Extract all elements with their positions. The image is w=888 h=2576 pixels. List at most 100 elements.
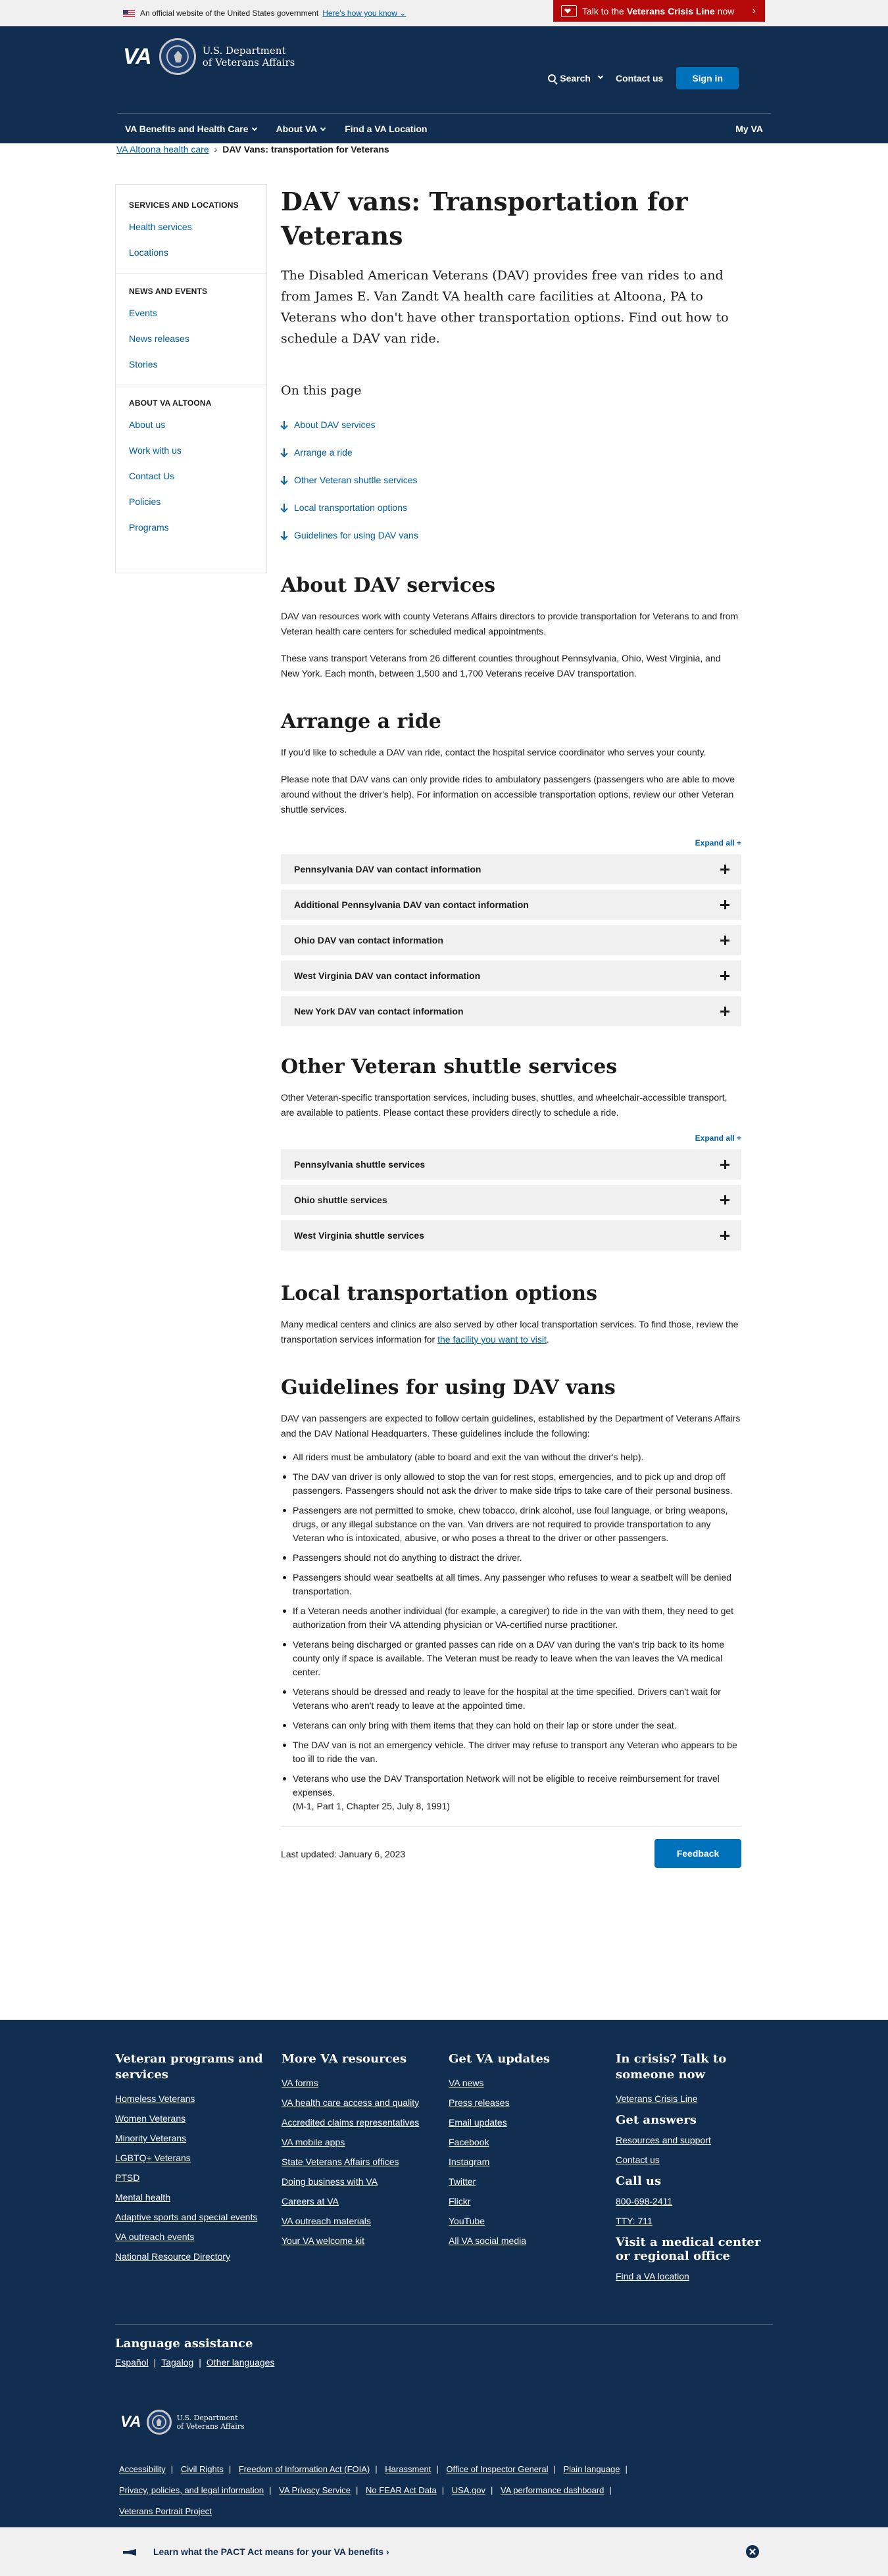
accordion-pa-shuttle[interactable]: Pennsylvania shuttle services: [281, 1149, 741, 1180]
accordion-wv-shuttle[interactable]: West Virginia shuttle services: [281, 1220, 741, 1251]
facility-link[interactable]: the facility you want to visit: [437, 1334, 547, 1345]
pact-act-link[interactable]: Learn what the PACT Act means for your V…: [153, 2546, 389, 2557]
list-item: All riders must be ambulatory (able to b…: [281, 1450, 741, 1464]
legal-link[interactable]: Office of Inspector General: [446, 2464, 548, 2474]
footer-link[interactable]: Your VA welcome kit: [282, 2235, 439, 2246]
footer-link[interactable]: Flickr: [449, 2196, 606, 2206]
footer-link[interactable]: VA mobile apps: [282, 2137, 439, 2147]
footer-link[interactable]: Contact us: [616, 2155, 774, 2165]
sidebar-item-news-releases[interactable]: News releases: [129, 333, 253, 344]
footer-link[interactable]: Instagram: [449, 2157, 606, 2167]
accordion-pa-dav[interactable]: Pennsylvania DAV van contact information: [281, 854, 741, 884]
footer-link[interactable]: VA forms: [282, 2078, 439, 2088]
search-button[interactable]: Search: [548, 73, 604, 83]
footer-link[interactable]: YouTube: [449, 2216, 606, 2226]
arrow-down-icon: [281, 448, 287, 456]
sidebar-item-locations[interactable]: Locations: [129, 247, 253, 258]
feedback-button[interactable]: Feedback: [654, 1839, 741, 1868]
breadcrumb-parent[interactable]: VA Altoona health care: [116, 144, 209, 155]
jump-link[interactable]: Local transportation options: [281, 494, 741, 521]
accordion-ohio-dav[interactable]: Ohio DAV van contact information: [281, 925, 741, 955]
legal-link[interactable]: Privacy, policies, and legal information: [119, 2485, 264, 2495]
footer-link[interactable]: Careers at VA: [282, 2196, 439, 2206]
crisis-line-button[interactable]: Talk to the Veterans Crisis Line now ›: [553, 0, 765, 22]
legal-link[interactable]: VA Privacy Service: [279, 2485, 351, 2495]
on-this-page-heading: On this page: [281, 383, 362, 398]
sidebar-item-programs[interactable]: Programs: [129, 522, 253, 533]
nav-benefits[interactable]: VA Benefits and Health Care: [125, 124, 257, 134]
footer-link[interactable]: VA health care access and quality: [282, 2097, 439, 2108]
nav-my-va[interactable]: My VA: [735, 124, 763, 134]
va-logo[interactable]: VA U.S. Department of Veterans Affairs: [123, 38, 295, 75]
sidebar-item-policies[interactable]: Policies: [129, 496, 253, 507]
legal-link[interactable]: No FEAR Act Data: [366, 2485, 437, 2495]
footer-link[interactable]: VA news: [449, 2078, 606, 2088]
expand-all-button[interactable]: Expand all +: [281, 838, 741, 847]
footer-link[interactable]: VA outreach events: [115, 2231, 273, 2242]
footer-va-logo[interactable]: VA U.S. Department of Veterans Affairs: [120, 2410, 245, 2435]
sidebar-item-work-with-us[interactable]: Work with us: [129, 445, 253, 456]
footer-subheading: Call us: [616, 2174, 662, 2188]
sidebar-item-health-services[interactable]: Health services: [129, 222, 253, 232]
list-item: Passengers should wear seatbelts at all …: [281, 1571, 741, 1598]
footer-link[interactable]: Twitter: [449, 2176, 606, 2187]
footer-link[interactable]: Mental health: [115, 2192, 273, 2203]
sidebar-item-events[interactable]: Events: [129, 308, 253, 318]
lang-espanol[interactable]: Español: [115, 2357, 149, 2368]
jump-link[interactable]: About DAV services: [281, 411, 741, 439]
footer-link[interactable]: Minority Veterans: [115, 2133, 273, 2143]
legal-link[interactable]: VA performance dashboard: [501, 2485, 604, 2495]
legal-link[interactable]: Plain language: [564, 2464, 620, 2474]
crisis-line-link[interactable]: Veterans Crisis Line: [616, 2093, 774, 2104]
sidebar-item-about-us[interactable]: About us: [129, 419, 253, 430]
jump-link[interactable]: Arrange a ride: [281, 439, 741, 466]
legal-link[interactable]: Civil Rights: [181, 2464, 224, 2474]
accordion-pa-additional[interactable]: Additional Pennsylvania DAV van contact …: [281, 890, 741, 920]
footer-subheading: Visit a medical center or regional offic…: [616, 2235, 761, 2263]
footer-link[interactable]: Facebook: [449, 2137, 606, 2147]
legal-link[interactable]: Freedom of Information Act (FOIA): [239, 2464, 370, 2474]
accordion-ny-dav[interactable]: New York DAV van contact information: [281, 996, 741, 1026]
legal-link[interactable]: Harassment: [385, 2464, 431, 2474]
jump-link[interactable]: Other Veteran shuttle services: [281, 466, 741, 494]
footer-link[interactable]: Doing business with VA: [282, 2176, 439, 2187]
footer-link[interactable]: State Veterans Affairs offices: [282, 2157, 439, 2167]
find-location-link[interactable]: Find a VA location: [616, 2271, 774, 2281]
footer-link[interactable]: Accredited claims representatives: [282, 2117, 439, 2128]
legal-link[interactable]: USA.gov: [452, 2485, 485, 2495]
accordion-ohio-shuttle[interactable]: Ohio shuttle services: [281, 1185, 741, 1215]
arrange-p1: If you'd like to schedule a DAV van ride…: [281, 747, 706, 757]
phone-link[interactable]: 800-698-2411: [616, 2196, 774, 2206]
lang-tagalog[interactable]: Tagalog: [161, 2357, 193, 2368]
footer-link[interactable]: VA outreach materials: [282, 2216, 439, 2226]
contact-us-link[interactable]: Contact us: [616, 73, 663, 83]
sidebar-item-contact-us[interactable]: Contact Us: [129, 471, 253, 481]
footer-link[interactable]: Women Veterans: [115, 2113, 273, 2124]
footer-link[interactable]: Adaptive sports and special events: [115, 2212, 273, 2222]
arrow-down-icon: [281, 476, 287, 484]
close-icon[interactable]: [746, 2545, 759, 2558]
footer-link[interactable]: Resources and support: [616, 2135, 774, 2145]
list-item: Passengers are not permitted to smoke, c…: [281, 1504, 741, 1545]
expand-all-button[interactable]: Expand all +: [281, 1133, 741, 1143]
footer-link[interactable]: Email updates: [449, 2117, 606, 2128]
legal-link[interactable]: Veterans Portrait Project: [119, 2506, 212, 2516]
nav-about[interactable]: About VA: [276, 124, 326, 134]
guidelines-heading: Guidelines for using DAV vans: [281, 1376, 616, 1399]
footer-link[interactable]: National Resource Directory: [115, 2251, 273, 2262]
footer-link[interactable]: All VA social media: [449, 2235, 606, 2246]
jump-link[interactable]: Guidelines for using DAV vans: [281, 521, 741, 549]
shuttle-p1: Other Veteran-specific transportation se…: [281, 1092, 728, 1118]
footer-link[interactable]: LGBTQ+ Veterans: [115, 2153, 273, 2163]
nav-find-location[interactable]: Find a VA Location: [345, 124, 427, 134]
lang-other[interactable]: Other languages: [207, 2357, 275, 2368]
accordion-wv-dav[interactable]: West Virginia DAV van contact informatio…: [281, 961, 741, 991]
footer-link[interactable]: Press releases: [449, 2097, 606, 2108]
tty-link[interactable]: TTY: 711: [616, 2216, 774, 2226]
legal-link[interactable]: Accessibility: [119, 2464, 166, 2474]
footer-link[interactable]: PTSD: [115, 2172, 273, 2183]
footer-link[interactable]: Homeless Veterans: [115, 2093, 273, 2104]
how-you-know-link[interactable]: Here's how you know ⌄: [322, 9, 406, 18]
sidebar-item-stories[interactable]: Stories: [129, 359, 253, 370]
sign-in-button[interactable]: Sign in: [676, 67, 739, 89]
